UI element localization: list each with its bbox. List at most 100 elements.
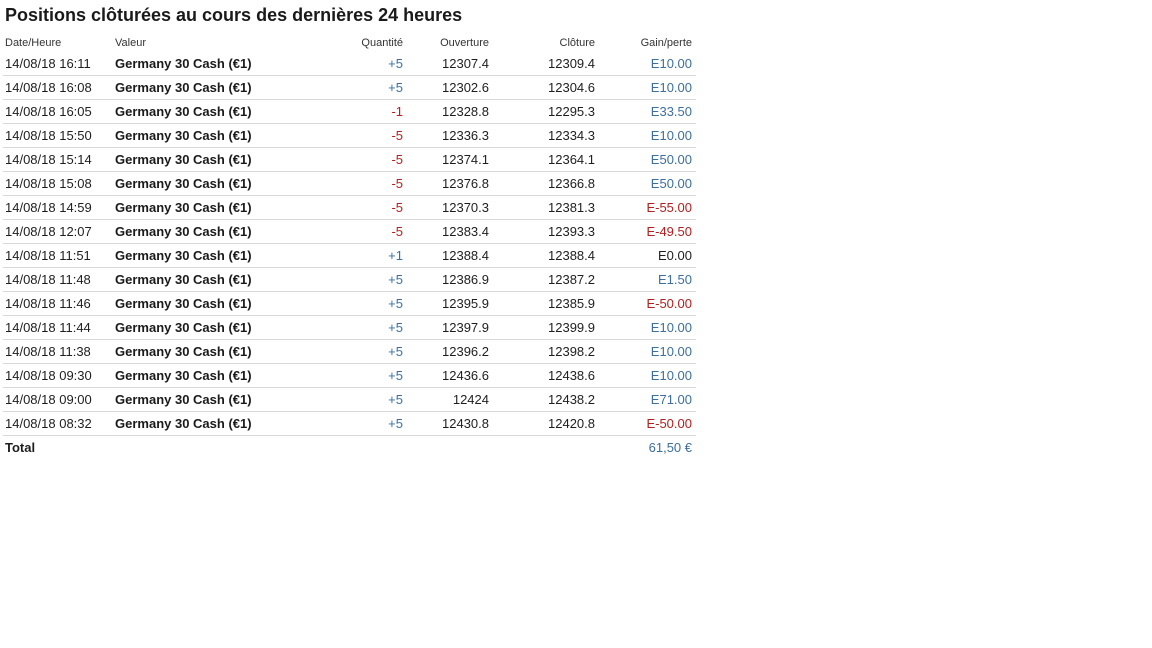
cell-ouverture: 12395.9 xyxy=(407,291,493,316)
table-row[interactable]: 14/08/18 09:30 Germany 30 Cash (€1) +5 1243… xyxy=(3,363,696,388)
table-row[interactable]: 14/08/18 09:00 Germany 30 Cash (€1) +5 1242… xyxy=(3,387,696,412)
cell-cloture: 12309.4 xyxy=(493,52,599,76)
cell-cloture: 12399.9 xyxy=(493,315,599,340)
cell-valeur: Germany 30 Cash (€1) xyxy=(113,243,319,268)
cell-date: 14/08/18 15:08 xyxy=(3,171,113,196)
cell-quantite: +5 xyxy=(319,363,407,388)
cell-cloture: 12438.2 xyxy=(493,387,599,412)
table-row[interactable]: 14/08/18 11:38 Germany 30 Cash (€1) +5 1239… xyxy=(3,339,696,364)
cell-ouverture: 12370.3 xyxy=(407,195,493,220)
total-row: Total 61,50 € xyxy=(3,436,696,460)
column-header-gain-perte[interactable]: Gain/perte xyxy=(599,33,696,52)
table-row[interactable]: 14/08/18 12:07 Germany 30 Cash (€1) -5 1238… xyxy=(3,219,696,244)
cell-valeur: Germany 30 Cash (€1) xyxy=(113,387,319,412)
cell-valeur: Germany 30 Cash (€1) xyxy=(113,52,319,76)
column-header-ouverture[interactable]: Ouverture xyxy=(407,33,493,52)
cell-ouverture: 12430.8 xyxy=(407,411,493,436)
table-row[interactable]: 14/08/18 15:50 Germany 30 Cash (€1) -5 1233… xyxy=(3,123,696,148)
table-row[interactable]: 14/08/18 16:05 Germany 30 Cash (€1) -1 1232… xyxy=(3,99,696,124)
cell-date: 14/08/18 09:30 xyxy=(3,363,113,388)
cell-valeur: Germany 30 Cash (€1) xyxy=(113,339,319,364)
cell-valeur: Germany 30 Cash (€1) xyxy=(113,171,319,196)
cell-cloture: 12420.8 xyxy=(493,411,599,436)
cell-valeur: Germany 30 Cash (€1) xyxy=(113,123,319,148)
cell-quantite: +5 xyxy=(319,52,407,76)
table-body: 14/08/18 16:11 Germany 30 Cash (€1) +5 1230… xyxy=(3,52,696,436)
cell-date: 14/08/18 08:32 xyxy=(3,411,113,436)
column-header-cloture[interactable]: Clôture xyxy=(493,33,599,52)
cell-quantite: +5 xyxy=(319,339,407,364)
cell-quantite: -5 xyxy=(319,219,407,244)
cell-gain-perte: E10.00 xyxy=(599,75,696,100)
cell-ouverture: 12328.8 xyxy=(407,99,493,124)
cell-valeur: Germany 30 Cash (€1) xyxy=(113,219,319,244)
table-row[interactable]: 14/08/18 15:08 Germany 30 Cash (€1) -5 1237… xyxy=(3,171,696,196)
cell-cloture: 12393.3 xyxy=(493,219,599,244)
total-spacer xyxy=(319,436,407,460)
cell-cloture: 12398.2 xyxy=(493,339,599,364)
cell-ouverture: 12307.4 xyxy=(407,52,493,76)
cell-gain-perte: E33.50 xyxy=(599,99,696,124)
cell-ouverture: 12336.3 xyxy=(407,123,493,148)
total-spacer xyxy=(113,436,319,460)
cell-valeur: Germany 30 Cash (€1) xyxy=(113,363,319,388)
cell-cloture: 12366.8 xyxy=(493,171,599,196)
table-row[interactable]: 14/08/18 11:48 Germany 30 Cash (€1) +5 1238… xyxy=(3,267,696,292)
cell-quantite: +5 xyxy=(319,387,407,412)
table-row[interactable]: 14/08/18 15:14 Germany 30 Cash (€1) -5 1237… xyxy=(3,147,696,172)
cell-valeur: Germany 30 Cash (€1) xyxy=(113,267,319,292)
cell-cloture: 12385.9 xyxy=(493,291,599,316)
cell-cloture: 12388.4 xyxy=(493,243,599,268)
cell-gain-perte: E10.00 xyxy=(599,315,696,340)
cell-gain-perte: E-55.00 xyxy=(599,195,696,220)
cell-date: 14/08/18 16:05 xyxy=(3,99,113,124)
column-header-quantite[interactable]: Quantité xyxy=(319,33,407,52)
table-row[interactable]: 14/08/18 11:51 Germany 30 Cash (€1) +1 1238… xyxy=(3,243,696,268)
table-row[interactable]: 14/08/18 08:32 Germany 30 Cash (€1) +5 1243… xyxy=(3,411,696,436)
cell-date: 14/08/18 12:07 xyxy=(3,219,113,244)
cell-gain-perte: E-50.00 xyxy=(599,411,696,436)
cell-quantite: +5 xyxy=(319,291,407,316)
cell-valeur: Germany 30 Cash (€1) xyxy=(113,315,319,340)
page-title: Positions clôturées au cours des dernièr… xyxy=(5,5,463,25)
cell-valeur: Germany 30 Cash (€1) xyxy=(113,291,319,316)
cell-date: 14/08/18 14:59 xyxy=(3,195,113,220)
cell-quantite: +1 xyxy=(319,243,407,268)
cell-ouverture: 12374.1 xyxy=(407,147,493,172)
column-header-valeur[interactable]: Valeur xyxy=(113,33,319,52)
table-row[interactable]: 14/08/18 11:46 Germany 30 Cash (€1) +5 1239… xyxy=(3,291,696,316)
cell-date: 14/08/18 11:48 xyxy=(3,267,113,292)
cell-ouverture: 12383.4 xyxy=(407,219,493,244)
cell-ouverture: 12386.9 xyxy=(407,267,493,292)
cell-quantite: +5 xyxy=(319,267,407,292)
cell-quantite: -5 xyxy=(319,147,407,172)
cell-valeur: Germany 30 Cash (€1) xyxy=(113,99,319,124)
cell-cloture: 12334.3 xyxy=(493,123,599,148)
table-header-row: Date/Heure Valeur Quantité Ouverture Clô… xyxy=(3,33,696,52)
cell-valeur: Germany 30 Cash (€1) xyxy=(113,147,319,172)
cell-quantite: -1 xyxy=(319,99,407,124)
cell-date: 14/08/18 15:50 xyxy=(3,123,113,148)
table-row[interactable]: 14/08/18 16:11 Germany 30 Cash (€1) +5 1230… xyxy=(3,52,696,76)
cell-gain-perte: E10.00 xyxy=(599,339,696,364)
column-header-date[interactable]: Date/Heure xyxy=(3,33,113,52)
cell-gain-perte: E71.00 xyxy=(599,387,696,412)
table-row[interactable]: 14/08/18 16:08 Germany 30 Cash (€1) +5 1230… xyxy=(3,75,696,100)
cell-ouverture: 12376.8 xyxy=(407,171,493,196)
total-label: Total xyxy=(5,440,36,455)
cell-date: 14/08/18 11:44 xyxy=(3,315,113,340)
total-value: 61,50 € xyxy=(648,440,692,455)
table-row[interactable]: 14/08/18 11:44 Germany 30 Cash (€1) +5 1239… xyxy=(3,315,696,340)
table-row[interactable]: 14/08/18 14:59 Germany 30 Cash (€1) -5 1237… xyxy=(3,195,696,220)
cell-gain-perte: E50.00 xyxy=(599,171,696,196)
cell-valeur: Germany 30 Cash (€1) xyxy=(113,75,319,100)
total-spacer xyxy=(493,436,599,460)
cell-quantite: -5 xyxy=(319,171,407,196)
cell-date: 14/08/18 11:51 xyxy=(3,243,113,268)
cell-valeur: Germany 30 Cash (€1) xyxy=(113,195,319,220)
cell-gain-perte: E-50.00 xyxy=(599,291,696,316)
cell-gain-perte: E0.00 xyxy=(599,243,696,268)
cell-ouverture: 12424 xyxy=(407,387,493,412)
cell-date: 14/08/18 16:08 xyxy=(3,75,113,100)
cell-quantite: +5 xyxy=(319,411,407,436)
